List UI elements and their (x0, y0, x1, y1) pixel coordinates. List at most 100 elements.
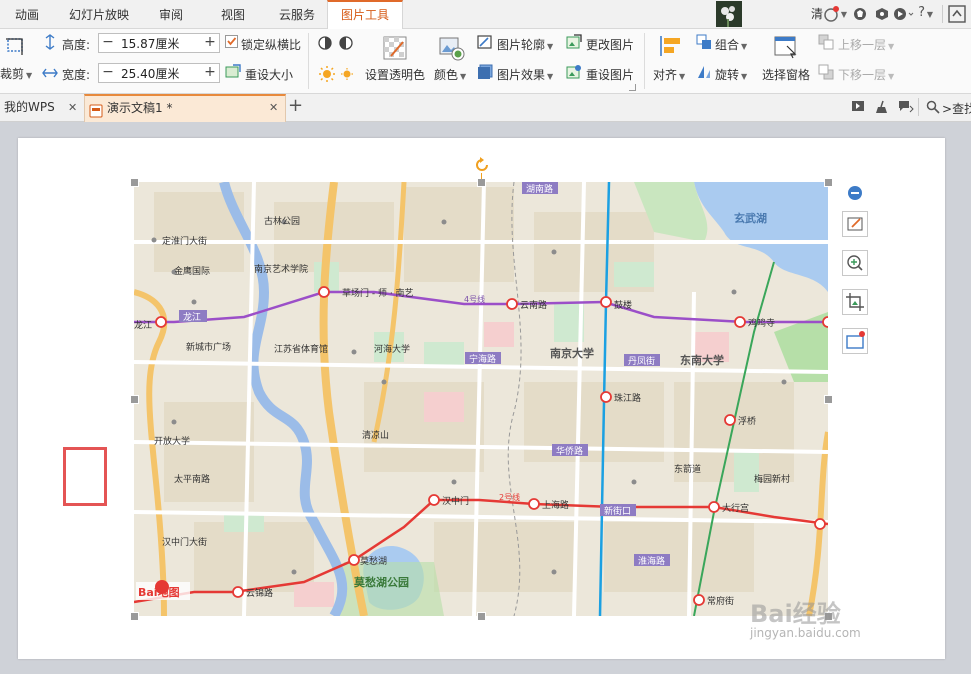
height-decrease-button[interactable]: − (99, 34, 117, 52)
watermark: Bai经验 (750, 600, 841, 628)
map-label: 南京艺术学院 (254, 263, 308, 275)
bring-forward-icon[interactable] (818, 34, 834, 50)
tab-picture-tools[interactable]: 图片工具 (327, 0, 403, 29)
ribbon-separator (644, 33, 645, 89)
height-increase-button[interactable]: + (201, 34, 219, 52)
red-rectangle-shape[interactable] (63, 447, 107, 506)
collapse-ribbon-icon[interactable] (948, 5, 966, 23)
width-decrease-button[interactable]: − (99, 64, 117, 82)
tab-review[interactable]: 审阅 (148, 0, 194, 28)
picture-effect-icon[interactable] (477, 64, 493, 80)
map-label: 珠江路 (614, 392, 641, 404)
picture-effect-button[interactable]: 图片效果 ▼ (497, 66, 553, 83)
new-tab-button[interactable]: + (288, 95, 303, 116)
group-button[interactable]: 组合 ▼ (715, 36, 747, 53)
contrast-down-icon[interactable] (338, 35, 356, 51)
rotate-icon[interactable] (696, 64, 712, 80)
map-label: 草场门 - 师 · 南艺 (342, 287, 414, 299)
map-picture[interactable]: 龙江 定淮门大街 新城市广场 草场门 - 师 · 南艺 云南路 鼓楼 鸡鸣寺 珠… (134, 182, 828, 616)
resize-handle-left[interactable] (130, 395, 139, 404)
width-increase-button[interactable]: + (201, 64, 219, 82)
selection-pane-icon[interactable] (773, 34, 799, 60)
height-input[interactable] (121, 35, 199, 51)
tab-slideshow[interactable]: 幻灯片放映 (58, 0, 140, 28)
align-icon[interactable] (659, 34, 683, 58)
brightness-down-icon[interactable] (338, 65, 356, 83)
tab-view[interactable]: 视图 (210, 0, 256, 28)
group-icon[interactable] (696, 34, 712, 50)
broom-icon[interactable] (875, 100, 889, 114)
map-label: 常府街 (707, 595, 734, 607)
reset-size-icon[interactable] (225, 64, 241, 80)
crown-icon[interactable] (823, 6, 839, 22)
set-transparent-icon[interactable] (381, 34, 409, 62)
reset-size-button[interactable]: 重设大小 (245, 66, 293, 83)
tab-animation[interactable]: 动画 (4, 0, 50, 28)
hexagon-icon[interactable] (875, 7, 889, 21)
zoom-picture-button[interactable] (842, 250, 868, 276)
chevron-down-icon[interactable]: ▼ (841, 10, 847, 19)
lock-ratio-checkbox[interactable] (225, 35, 238, 48)
resize-handle-top-left[interactable] (130, 178, 139, 187)
edit-picture-button[interactable] (842, 211, 868, 237)
dialog-launcher-icon[interactable] (629, 84, 636, 91)
picture-frame-button[interactable] (842, 328, 868, 354)
picture-color-button[interactable]: 颜色 ▼ (434, 66, 466, 83)
search-icon[interactable] (926, 100, 940, 114)
picture-color-icon[interactable] (438, 34, 466, 62)
avatar[interactable] (716, 1, 742, 27)
brightness-up-icon[interactable] (318, 65, 336, 83)
divider (918, 98, 919, 116)
reset-picture-button[interactable]: 重设图片 (586, 66, 634, 83)
map-label: 清凉山 (362, 429, 389, 441)
play-icon[interactable] (851, 100, 865, 114)
shirt-icon[interactable] (853, 7, 867, 21)
lock-ratio-label[interactable]: 锁定纵横比 (241, 36, 301, 53)
help-chevron-icon[interactable]: ▼ (927, 10, 933, 19)
send-backward-button[interactable]: 下移一层 ▼ (838, 66, 894, 83)
send-backward-icon[interactable] (818, 64, 834, 80)
crop-button[interactable]: 裁剪 ▼ (0, 65, 32, 82)
share-icon[interactable] (893, 7, 915, 21)
workspace: 龙江 定淮门大街 新城市广场 草场门 - 师 · 南艺 云南路 鼓楼 鸡鸣寺 珠… (0, 122, 971, 674)
reset-picture-icon[interactable] (566, 64, 582, 80)
slide-canvas[interactable]: 龙江 定淮门大街 新城市广场 草场门 - 师 · 南艺 云南路 鼓楼 鸡鸣寺 珠… (18, 138, 945, 659)
bring-forward-button[interactable]: 上移一层 ▼ (838, 36, 894, 53)
map-label: 云南路 (520, 299, 547, 311)
align-button[interactable]: 对齐 ▼ (653, 66, 685, 83)
selection-pane-button[interactable]: 选择窗格 (762, 66, 810, 83)
picture-outline-button[interactable]: 图片轮廓 ▼ (497, 36, 553, 53)
rotate-button[interactable]: 旋转 ▼ (715, 66, 747, 83)
change-picture-button[interactable]: 更改图片 (586, 36, 634, 53)
doc-tab-home[interactable]: 我的WPS (4, 94, 55, 121)
resize-handle-top[interactable] (477, 178, 486, 187)
crop-icon[interactable] (4, 34, 28, 56)
resize-handle-top-right[interactable] (824, 178, 833, 187)
contrast-up-icon[interactable] (318, 35, 334, 51)
rotate-handle-icon[interactable] (474, 157, 490, 173)
map-label: 新城市广场 (186, 341, 231, 353)
close-icon[interactable]: ✕ (269, 95, 278, 120)
map-label: 龙江 (134, 319, 152, 331)
doc-tab-presentation[interactable]: 演示文稿1 * ✕ (84, 94, 286, 122)
close-icon[interactable]: ✕ (68, 101, 77, 114)
crop-picture-button[interactable] (842, 289, 868, 315)
change-picture-icon[interactable] (566, 34, 582, 50)
tab-cloud[interactable]: 云服务 (270, 0, 324, 28)
help-icon[interactable]: ? (918, 5, 925, 20)
search-button[interactable]: >查找 (942, 100, 971, 117)
divider (942, 5, 943, 23)
comment-icon[interactable] (898, 100, 914, 114)
menu-bar: 动画 幻灯片放映 审阅 视图 云服务 图片工具 清风弄月 ▼ ? ▼ (0, 0, 971, 105)
picture-outline-icon[interactable] (477, 34, 493, 50)
collapse-toolbar-icon[interactable] (848, 186, 862, 200)
width-input[interactable] (121, 65, 199, 81)
set-transparent-button[interactable]: 设置透明色 (365, 66, 425, 83)
resize-handle-bottom[interactable] (477, 612, 486, 621)
resize-handle-bottom-left[interactable] (130, 612, 139, 621)
width-stepper[interactable]: − + (98, 63, 220, 83)
height-stepper[interactable]: − + (98, 33, 220, 53)
user-name[interactable]: 清风弄月 (811, 0, 823, 105)
map-label: 东箭道 (674, 463, 701, 475)
resize-handle-right[interactable] (824, 395, 833, 404)
